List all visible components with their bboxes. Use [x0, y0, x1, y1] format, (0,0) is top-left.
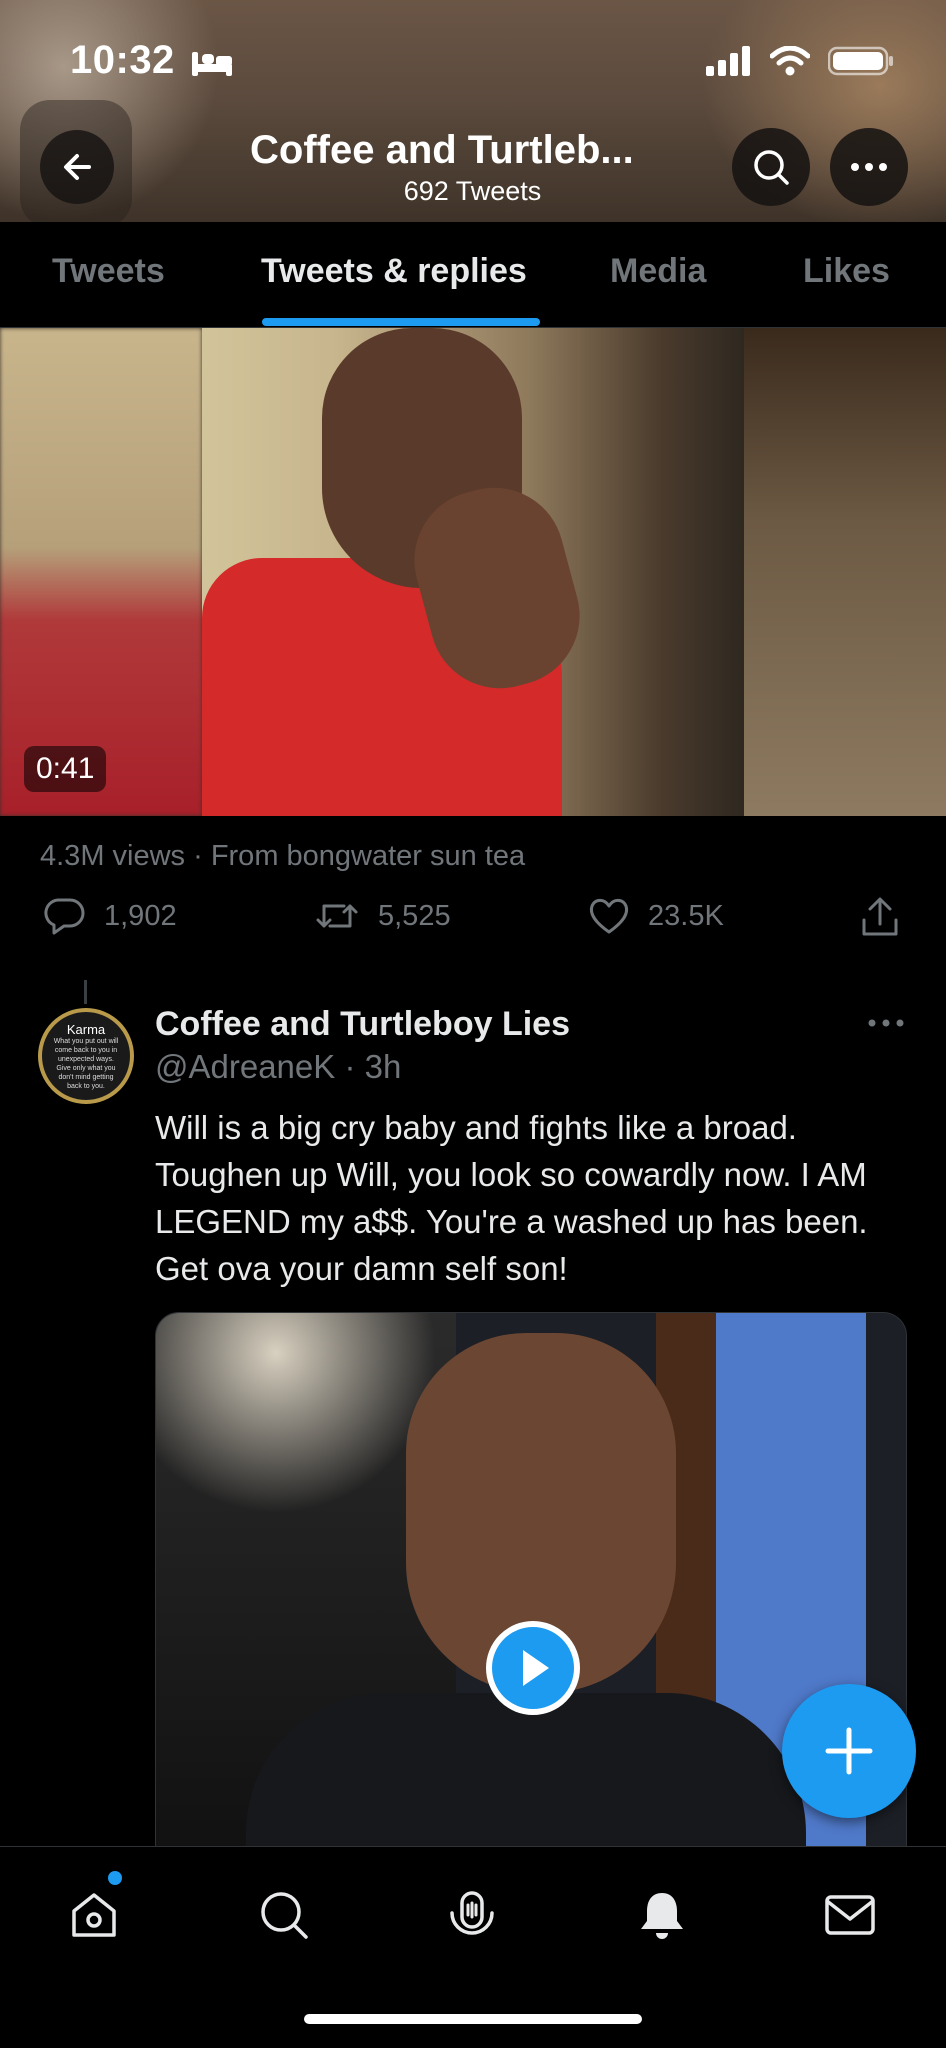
video-player[interactable]: 0:41	[0, 328, 946, 816]
home-indicator	[304, 2014, 642, 2024]
active-tab-indicator	[262, 318, 540, 326]
notifications-icon	[641, 1893, 683, 1939]
banner-blur	[700, 0, 946, 222]
home-icon	[72, 1893, 116, 1937]
status-indicators	[706, 46, 894, 76]
retweet-button[interactable]: 5,525	[314, 896, 451, 936]
compose-tweet-button[interactable]	[782, 1684, 916, 1818]
video-blur-right	[744, 328, 946, 816]
profile-name-title: Coffee and Turtleb...	[250, 128, 634, 172]
tab-explore[interactable]	[254, 1885, 314, 1945]
back-arrow-icon	[64, 154, 91, 180]
retweet-icon	[316, 904, 358, 928]
tweet-handle-time: @AdreaneK · 3h	[155, 1048, 402, 1085]
wifi-icon	[770, 46, 810, 76]
sleep-focus-icon	[192, 52, 232, 76]
tab-tweets-and-replies[interactable]: Tweets & replies	[261, 252, 527, 291]
tweet-more-icon[interactable]	[866, 1008, 906, 1038]
tab-likes[interactable]: Likes	[803, 252, 890, 291]
video-frame	[202, 328, 744, 816]
tweet-count: 692 Tweets	[403, 176, 542, 206]
share-button[interactable]	[860, 896, 900, 938]
tweet-text: Will is a big cry baby and fights like a…	[155, 1109, 868, 1287]
explore-icon	[261, 1892, 308, 1939]
avatar[interactable]: Karma What you put out will come back to…	[38, 1008, 134, 1104]
home-notification-dot	[108, 1871, 122, 1885]
avatar-text: What you put out will come back to you i…	[53, 1037, 119, 1090]
play-button[interactable]	[486, 1621, 580, 1715]
tab-tweets[interactable]: Tweets	[52, 252, 165, 291]
status-time: 10:32	[70, 38, 175, 82]
thread-connector	[84, 980, 87, 1004]
tab-notifications[interactable]	[632, 1885, 692, 1945]
views-source-line: 4.3M views · From bongwater sun tea	[40, 840, 526, 872]
tab-media[interactable]: Media	[610, 252, 706, 291]
reply-icon	[44, 898, 85, 935]
search-icon	[754, 150, 789, 185]
back-button-circle[interactable]	[40, 130, 114, 204]
cellular-signal-icon	[706, 46, 750, 76]
tab-spaces[interactable]	[442, 1885, 502, 1945]
retweet-count: 5,525	[378, 899, 451, 932]
share-icon	[862, 897, 898, 936]
play-icon	[523, 1650, 549, 1686]
reply-count: 1,902	[104, 899, 177, 932]
more-options-button[interactable]	[830, 128, 908, 206]
battery-icon	[828, 46, 893, 76]
search-button[interactable]	[732, 128, 810, 206]
like-button[interactable]: 23.5K	[588, 896, 724, 936]
compose-plus-icon	[825, 1727, 873, 1775]
more-icon	[851, 163, 887, 171]
media-figure	[246, 1693, 806, 1851]
like-icon	[589, 898, 629, 934]
video-blur-left	[0, 328, 202, 816]
avatar-title: Karma	[66, 1021, 106, 1037]
profile-tabs: Tweets Tweets & replies Media Likes	[0, 222, 946, 328]
like-count: 23.5K	[648, 899, 724, 932]
back-button[interactable]	[20, 100, 132, 228]
video-duration: 0:41	[24, 746, 107, 792]
messages-icon	[825, 1895, 875, 1935]
tweet-author-name[interactable]: Coffee and Turtleboy Lies	[155, 1005, 570, 1044]
tab-messages[interactable]	[820, 1885, 880, 1945]
spaces-icon	[450, 1891, 494, 1935]
tab-home[interactable]	[64, 1885, 124, 1945]
tweet-actions: 1,902 5,525 23.5K	[0, 896, 946, 944]
reply-button[interactable]: 1,902	[44, 896, 177, 936]
